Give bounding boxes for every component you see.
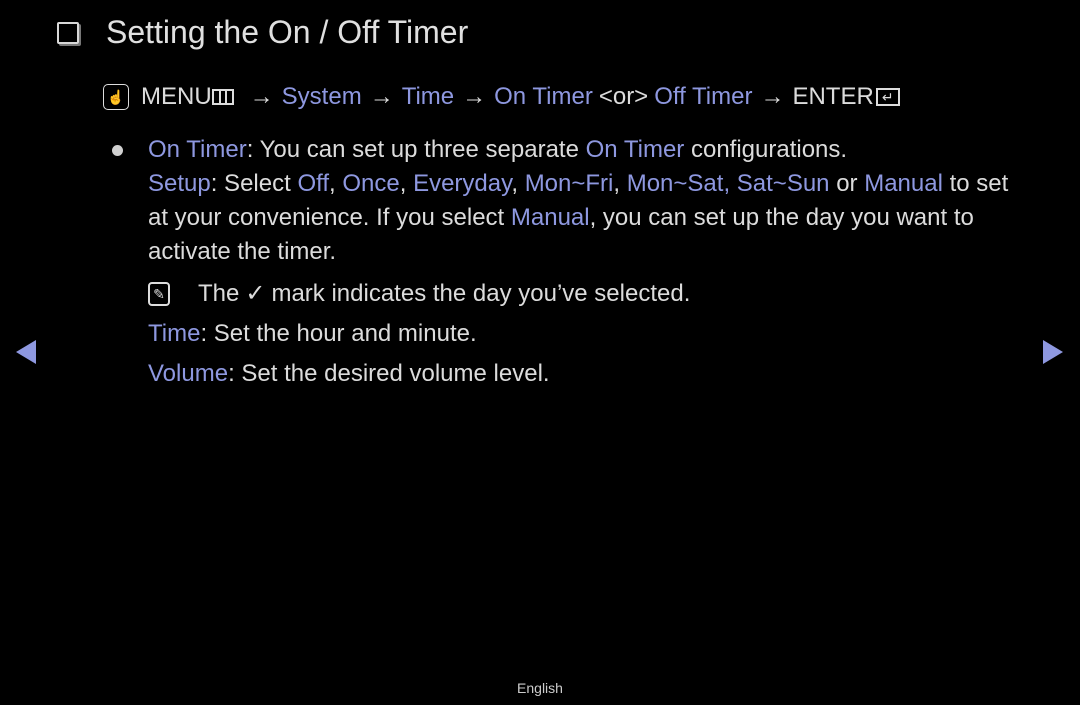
arrow-icon: → [462, 83, 487, 110]
section-checkbox-icon [57, 21, 79, 44]
on-timer-label-2: On Timer [585, 136, 685, 163]
page-title: Setting the On / Off Timer [106, 14, 469, 50]
option-mon-fri: Mon~Fri [524, 170, 614, 197]
path-or: <or> [598, 83, 649, 110]
time-line: Time: Set the hour and minute. [148, 317, 1028, 351]
arrow-icon: → [249, 83, 274, 110]
path-step-system: System [281, 83, 362, 110]
volume-label: Volume [148, 360, 229, 387]
option-manual: Manual [864, 170, 943, 197]
previous-page-arrow-icon[interactable] [16, 340, 36, 364]
path-step-time: Time [401, 83, 455, 110]
note-pencil-icon: ✎ [148, 282, 170, 306]
setup-or: or [829, 170, 858, 197]
arrow-icon: → [369, 83, 394, 110]
volume-text: : Set the desired volume level. [228, 360, 550, 387]
time-label: Time [148, 320, 201, 347]
enter-key-icon: ↵ [875, 88, 900, 106]
on-timer-text-2: configurations. [684, 136, 848, 163]
on-timer-paragraph: On Timer: You can set up three separate … [112, 133, 1028, 167]
enter-label: ENTER [792, 83, 874, 110]
content: On Timer: You can set up three separate … [112, 133, 1028, 391]
option-mon-sat-sat-sun: Mon~Sat, Sat~Sun [626, 170, 830, 197]
setup-text: : Select [210, 170, 298, 197]
option-everyday: Everyday [413, 170, 512, 197]
option-once: Once [342, 170, 400, 197]
path-step-off-timer: Off Timer [654, 83, 753, 110]
volume-line: Volume: Set the desired volume level. [148, 357, 1028, 391]
page-header: Setting the On / Off Timer [57, 14, 468, 51]
checkmark-icon: ✓ [245, 280, 266, 307]
arrow-icon: → [760, 83, 785, 110]
setup-label: Setup [148, 170, 211, 197]
path-step-on-timer: On Timer [494, 83, 593, 110]
note: ✎ The ✓ mark indicates the day you’ve se… [148, 277, 1028, 311]
option-off: Off [297, 170, 330, 197]
setup-paragraph: Setup: Select Off, Once, Everyday, Mon~F… [148, 170, 1009, 265]
menu-grid-icon [211, 89, 234, 105]
bullet-icon [112, 145, 123, 156]
language-footer: English [517, 680, 563, 696]
menu-path: ☝ MENU → System → Time → On Timer <or> O… [103, 83, 900, 111]
note-text: The [198, 280, 240, 307]
on-timer-label: On Timer [148, 136, 247, 163]
on-timer-text: : You can set up three separate [246, 136, 586, 163]
menu-label: MENU [141, 83, 212, 110]
time-text: : Set the hour and minute. [200, 320, 477, 347]
hand-pointer-icon: ☝ [103, 84, 129, 110]
note-text-2: mark indicates the day you’ve selected. [271, 280, 691, 307]
next-page-arrow-icon[interactable] [1043, 340, 1063, 364]
option-manual-2: Manual [510, 204, 590, 231]
